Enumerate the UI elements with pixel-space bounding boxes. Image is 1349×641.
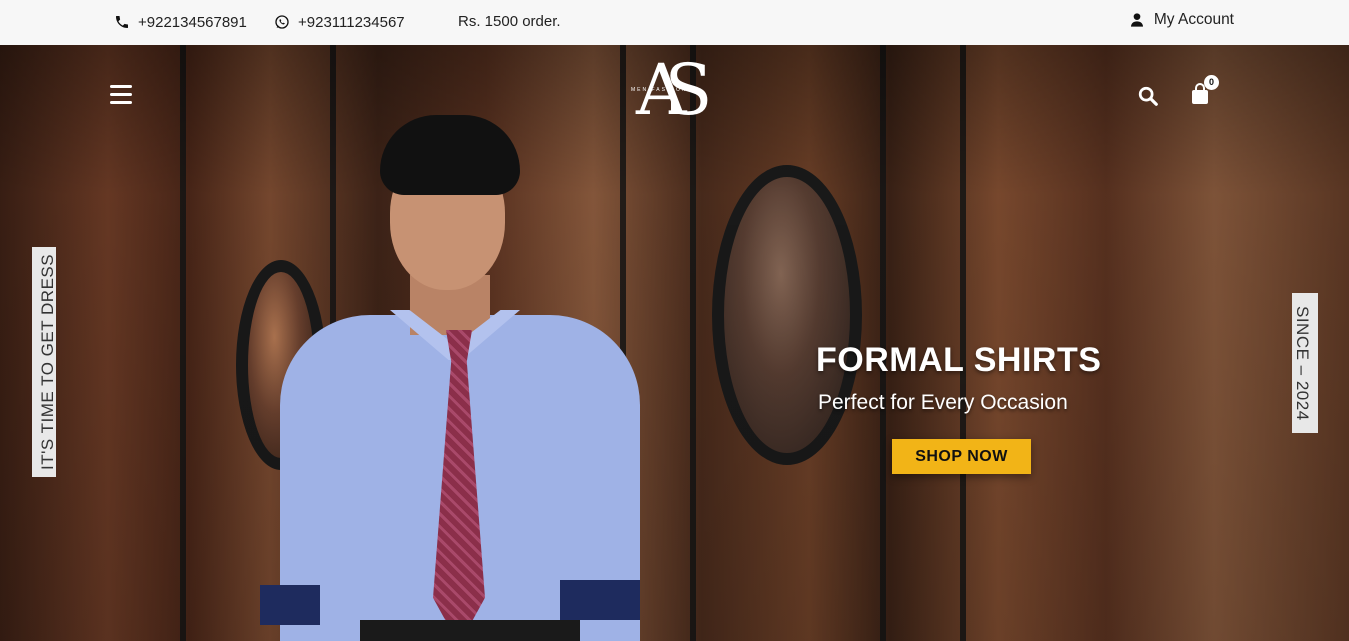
my-account-link[interactable]: My Account — [1129, 11, 1234, 29]
whatsapp-contact[interactable]: +923111234567 — [274, 12, 405, 32]
right-vertical-label: SINCE – 2024 — [1292, 293, 1318, 433]
phone-icon — [116, 16, 128, 28]
menu-icon[interactable] — [110, 85, 132, 105]
search-icon[interactable] — [1137, 85, 1159, 107]
phone-number: +922134567891 — [138, 13, 247, 31]
top-bar: +922134567891 +923111234567 ver Rs. 1500… — [0, 0, 1349, 45]
hero-banner: AS MEN FASHIONS 0 IT'S TIME TO GET DRESS… — [0, 45, 1349, 641]
site-logo[interactable]: AS MEN FASHIONS — [628, 49, 720, 143]
model-image — [260, 115, 650, 641]
logo-tagline: MEN FASHIONS — [631, 87, 693, 93]
announcement-text: ver Rs. 1500 order. — [455, 13, 561, 30]
cart-count-badge: 0 — [1204, 75, 1219, 90]
whatsapp-number: +923111234567 — [298, 13, 405, 31]
cart-button[interactable]: 0 — [1190, 75, 1219, 107]
announcement-marquee: ver Rs. 1500 order. — [455, 12, 635, 32]
hair-shape — [380, 115, 520, 195]
whatsapp-icon — [275, 15, 289, 29]
hero-subtitle: Perfect for Every Occasion — [818, 391, 1068, 414]
belt-shape — [360, 620, 580, 641]
hero-title: FORMAL SHIRTS — [816, 341, 1102, 379]
shop-now-button[interactable]: SHOP NOW — [892, 439, 1031, 474]
user-icon — [1130, 13, 1143, 27]
cuff-shape — [560, 580, 640, 620]
my-account-label: My Account — [1153, 11, 1234, 28]
phone-contact[interactable]: +922134567891 — [114, 12, 247, 32]
cuff-shape — [260, 585, 320, 625]
left-vertical-label: IT'S TIME TO GET DRESS — [32, 247, 57, 477]
